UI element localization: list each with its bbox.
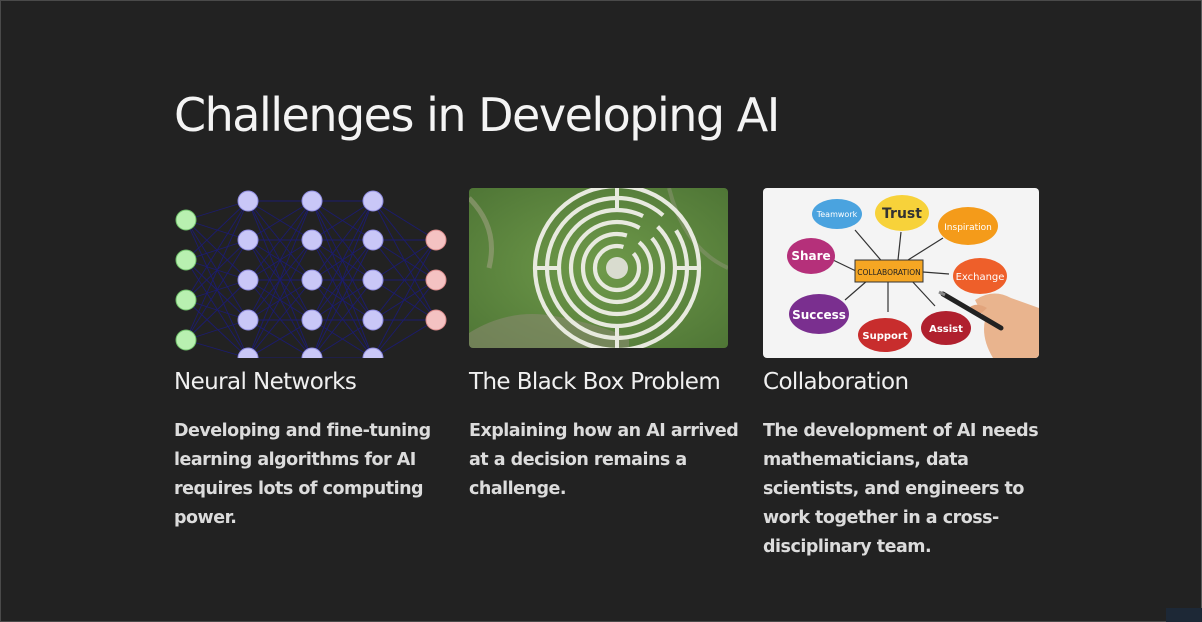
network-node — [175, 329, 197, 351]
card-collaboration: COLLABORATION Teamwork Trust Inspiration… — [763, 188, 1039, 557]
mindmap-word: Success — [792, 308, 846, 322]
corner-widget — [1166, 608, 1202, 622]
network-node — [175, 249, 197, 271]
network-node — [175, 289, 197, 311]
network-node — [362, 190, 384, 212]
network-node — [175, 209, 197, 231]
slide-title: Challenges in Developing AI — [174, 88, 780, 142]
network-node — [237, 229, 259, 251]
network-node — [301, 269, 323, 291]
labyrinth-image — [469, 188, 728, 348]
mindmap-word: Share — [791, 249, 830, 263]
card-heading: Collaboration — [763, 369, 909, 395]
network-node — [237, 309, 259, 331]
mindmap-word: Exchange — [956, 272, 1005, 283]
network-node — [237, 269, 259, 291]
neural-network-image — [174, 188, 450, 358]
mindmap-word: Assist — [929, 324, 963, 335]
network-node — [425, 229, 447, 251]
collaboration-image: COLLABORATION Teamwork Trust Inspiration… — [763, 188, 1039, 358]
network-node — [362, 229, 384, 251]
network-node — [362, 309, 384, 331]
network-node — [301, 309, 323, 331]
network-node — [425, 269, 447, 291]
network-node — [237, 190, 259, 212]
network-node — [301, 229, 323, 251]
card-neural-networks: Neural Networks Developing and fine-tuni… — [174, 188, 450, 528]
mindmap-word: Inspiration — [944, 223, 992, 233]
card-heading: Neural Networks — [174, 369, 357, 395]
network-node — [425, 309, 447, 331]
mindmap-word: Support — [862, 331, 907, 342]
network-node — [301, 190, 323, 212]
card-text: Explaining how an AI arrived at a decisi… — [469, 421, 739, 499]
network-node — [362, 269, 384, 291]
mindmap-word: Trust — [882, 206, 922, 222]
card-text: The development of AI needs mathematicia… — [763, 421, 1039, 557]
card-text: Developing and fine-tuning learning algo… — [174, 421, 431, 528]
mindmap-word: Teamwork — [816, 210, 858, 219]
card-heading: The Black Box Problem — [469, 369, 721, 395]
mindmap-center: COLLABORATION — [857, 268, 920, 277]
card-black-box: The Black Box Problem Explaining how an … — [469, 188, 739, 499]
